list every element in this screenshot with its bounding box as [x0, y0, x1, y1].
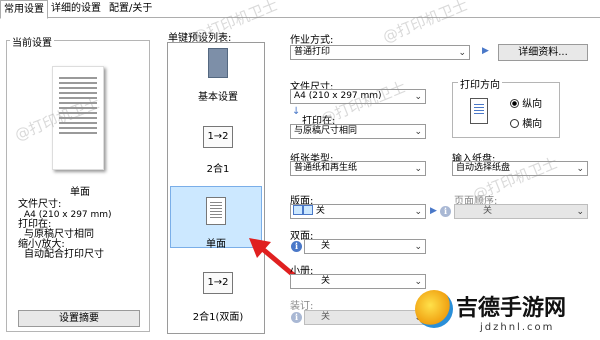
play-icon: ▶	[482, 46, 489, 56]
paper-type-select[interactable]: 普通纸和再生纸 ⌄	[290, 161, 426, 176]
layout-page-icon	[303, 205, 313, 215]
radio-portrait[interactable]: 纵向	[510, 95, 542, 110]
two-in-one-icon: 1→2	[203, 126, 233, 148]
paper-source-select[interactable]: 自动选择纸盘 ⌄	[452, 161, 588, 176]
radio-landscape[interactable]: 横向	[510, 115, 542, 130]
duplex-select[interactable]: 关 ⌄	[304, 239, 426, 254]
printer-icon	[208, 48, 228, 78]
staple-select[interactable]: 关⌄	[304, 310, 426, 325]
radio-portrait-label: 纵向	[522, 99, 543, 110]
radio-landscape-label: 横向	[522, 119, 543, 130]
booklet-select[interactable]: 关 ⌄	[290, 274, 426, 289]
output-method-select[interactable]: 普通打印 ⌄	[290, 45, 470, 60]
preset-basic[interactable]: 基本设置	[172, 46, 264, 108]
layout-page-icon	[293, 205, 303, 215]
single-page-icon	[206, 197, 226, 225]
layout-select[interactable]: 关 ⌄	[290, 204, 426, 219]
current-settings-title: 当前设置	[10, 34, 54, 49]
output-method-label: 作业方式:	[290, 35, 334, 46]
preset-2in1[interactable]: 1→2 2合1	[172, 126, 264, 176]
site-logo-icon	[415, 290, 453, 328]
print-on-select[interactable]: 与原稿尺寸相同 ⌄	[290, 124, 426, 139]
preview-caption: 单面	[70, 187, 90, 198]
play-icon: ▶	[430, 206, 437, 216]
settings-summary-button[interactable]: 设置摘要	[18, 310, 140, 327]
portrait-icon	[470, 98, 488, 124]
tab-detailed-settings[interactable]: 详细的设置	[48, 0, 104, 18]
site-logo-url: jdzhnl.com	[480, 322, 555, 333]
page-order-select[interactable]: 关 ⌄	[454, 204, 588, 219]
preset-2in1-label: 2合1	[206, 164, 230, 175]
preset-2in1-duplex-label: 2合1(双面)	[192, 312, 244, 323]
site-logo-title: 吉德手游网	[456, 296, 567, 321]
orientation-title: 打印方向	[458, 76, 502, 91]
paper-size-select[interactable]: A4 (210 x 297 mm) ⌄	[290, 89, 426, 104]
info-icon: i	[440, 206, 451, 217]
paper-size-summary-label: 文件尺寸:	[18, 199, 62, 210]
zoom-summary-value: 自动配合打印尺寸	[24, 249, 104, 260]
info-icon: i	[291, 241, 302, 252]
details-button[interactable]: 详细资料...	[498, 44, 588, 61]
tab-config-about[interactable]: 配置/关于	[106, 0, 155, 18]
current-summary: 文件尺寸: A4 (210 x 297 mm) 打印在: 与原稿尺寸相同 缩小/…	[18, 200, 112, 260]
info-icon: i	[291, 312, 302, 323]
down-arrow-icon: ↓	[292, 106, 301, 117]
two-in-one-duplex-icon: 1→2	[203, 272, 233, 294]
preset-basic-label: 基本设置	[198, 92, 238, 103]
tab-common-settings[interactable]: 常用设置	[0, 0, 48, 19]
page-preview	[52, 66, 104, 170]
tab-bar: 常用设置 详细的设置 配置/关于	[0, 0, 600, 19]
